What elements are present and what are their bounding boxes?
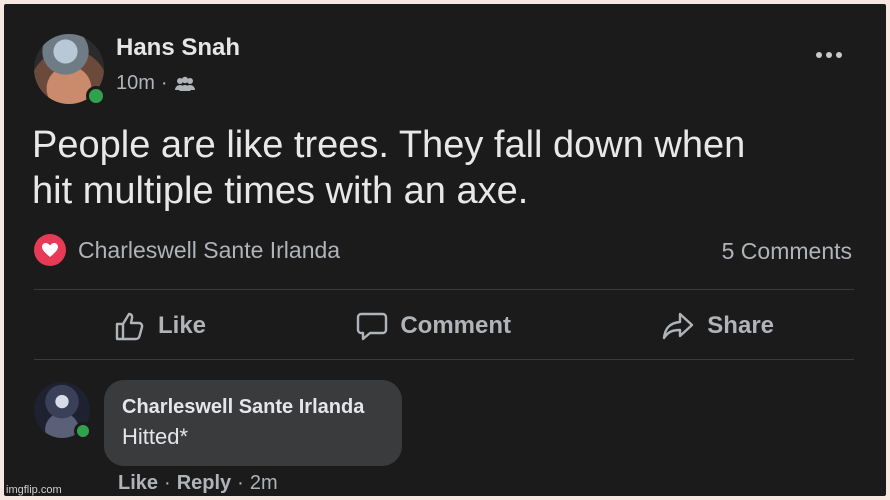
more-options-icon[interactable] (816, 52, 842, 58)
comment-bubble: Charleswell Sante Irlanda Hitted* (104, 380, 402, 466)
share-button[interactable]: Share (661, 311, 774, 341)
comment-time[interactable]: 2m (250, 472, 278, 495)
post-time[interactable]: 10m (116, 72, 155, 95)
comment-text: Hitted* (122, 424, 189, 449)
heart-icon (34, 234, 66, 266)
post-author-name[interactable]: Hans Snah (116, 34, 240, 62)
like-label: Like (158, 312, 207, 339)
online-status-indicator (86, 86, 106, 106)
reaction-summary[interactable]: Charleswell Sante Irlanda (34, 234, 340, 266)
share-label: Share (707, 312, 774, 339)
post-actions-bar: Like Comment Share (34, 300, 854, 352)
post-text: People are like trees. They fall down wh… (32, 122, 852, 214)
reaction-user-name: Charleswell Sante Irlanda (78, 236, 341, 263)
post-text-line: People are like trees. They fall down wh… (32, 124, 746, 166)
meta-separator: · (160, 72, 168, 94)
comment-label: Comment (400, 312, 511, 339)
post-text-line: hit multiple times with an axe. (32, 170, 529, 212)
comment-actions: Like · Reply · 2m (118, 472, 278, 495)
comment-separator: · (164, 472, 171, 494)
post-card: Hans Snah 10m · People are like trees. T… (4, 4, 886, 496)
thumbs-up-icon (114, 311, 146, 341)
divider (34, 289, 854, 290)
comment-like-link[interactable]: Like (118, 472, 158, 495)
commenter-online-indicator (74, 422, 92, 440)
divider (34, 359, 854, 360)
commenter-name[interactable]: Charleswell Sante Irlanda (122, 396, 364, 419)
comment-reply-link[interactable]: Reply (177, 472, 231, 495)
share-icon (661, 311, 695, 341)
post-meta: 10m · (116, 72, 196, 95)
comment-icon (356, 311, 388, 341)
comment-separator: · (237, 472, 244, 494)
watermark: imgflip.com (6, 484, 62, 496)
friends-icon[interactable] (174, 76, 196, 92)
comments-count[interactable]: 5 Comments (722, 238, 852, 265)
like-button[interactable]: Like (114, 311, 206, 341)
comment-button[interactable]: Comment (356, 311, 511, 341)
